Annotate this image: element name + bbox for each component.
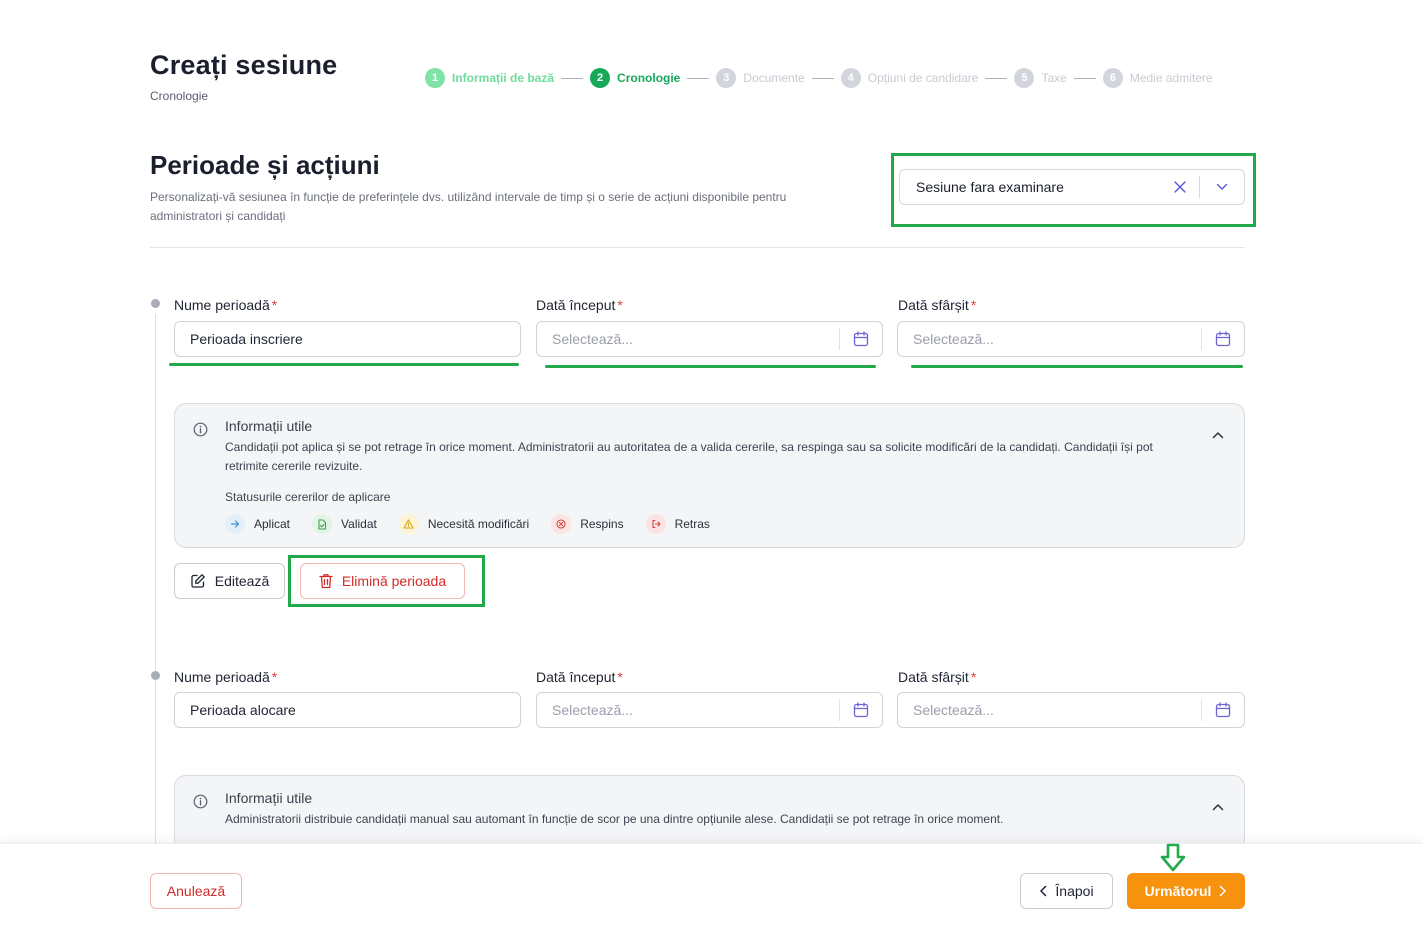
step-separator: [985, 77, 1008, 79]
info-panel: Informații utile Candidații pot aplica ș…: [174, 403, 1245, 548]
calendar-icon[interactable]: [840, 322, 882, 356]
session-type-value: Sesiune fara examinare: [916, 179, 1064, 195]
section-title: Perioade și acțiuni: [150, 150, 380, 180]
step-label: Documente: [743, 71, 805, 85]
calendar-icon[interactable]: [1202, 322, 1244, 356]
step-number: 2: [590, 68, 611, 88]
date-placeholder: Selectează...: [913, 331, 994, 347]
step-1[interactable]: 1 Informații de bază: [425, 68, 554, 88]
cancel-button[interactable]: Anulează: [150, 873, 242, 909]
arrow-down-icon: [1160, 843, 1186, 872]
edit-icon: [191, 574, 205, 588]
step-number: 1: [425, 68, 445, 88]
document-check-icon: [312, 514, 333, 534]
divider: [150, 247, 1245, 248]
highlight-underline: [545, 365, 876, 368]
clear-icon[interactable]: [1161, 170, 1199, 204]
step-separator: [811, 77, 834, 79]
start-date-label: Dată început *: [536, 297, 623, 313]
trash-icon: [319, 574, 333, 589]
edit-button[interactable]: Editează: [174, 563, 285, 599]
chevron-up-icon[interactable]: [1212, 798, 1224, 816]
step-5: 5 Taxe: [1014, 68, 1067, 88]
step-number: 6: [1102, 68, 1123, 88]
section-description: Personalizați-vă sesiunea în funcție de …: [150, 190, 787, 223]
end-date-label: Dată sfârșit *: [898, 669, 977, 685]
info-title: Informații utile: [225, 418, 313, 434]
date-placeholder: Selectează...: [552, 331, 633, 347]
back-button[interactable]: Înapoi: [1020, 873, 1113, 909]
status-legend: Aplicat Validat Necesită modificări Resp…: [225, 514, 732, 534]
step-label: Cronologie: [617, 71, 681, 85]
step-number: 4: [840, 68, 861, 88]
period-name-input[interactable]: Perioada alocare: [174, 692, 521, 728]
step-label: Medie admitere: [1129, 71, 1213, 85]
status-applied: Aplicat: [225, 514, 290, 534]
step-6: 6 Medie admitere: [1102, 68, 1213, 88]
end-date-input[interactable]: Selectează...: [897, 321, 1245, 357]
chevron-down-icon[interactable]: [1200, 170, 1244, 204]
step-separator: [561, 77, 584, 79]
start-date-input[interactable]: Selectează...: [536, 692, 883, 728]
info-title: Informații utile: [225, 790, 313, 806]
step-2[interactable]: 2 Cronologie: [590, 68, 680, 88]
chevron-left-icon: [1040, 885, 1047, 897]
logout-icon: [645, 514, 666, 534]
step-number: 3: [716, 68, 737, 88]
info-icon: [193, 794, 208, 814]
period-name-input[interactable]: Perioada inscriere: [174, 321, 521, 357]
info-text: Administratorii distribuie candidații ma…: [225, 812, 1004, 826]
date-placeholder: Selectează...: [913, 702, 994, 718]
highlight-underline: [911, 365, 1243, 368]
next-button[interactable]: Următorul: [1127, 873, 1245, 909]
timeline-dot: [151, 671, 160, 680]
calendar-icon[interactable]: [1202, 693, 1244, 727]
delete-period-button[interactable]: Elimină perioada: [300, 563, 465, 599]
statuses-title: Statusurile cererilor de aplicare: [225, 490, 391, 504]
session-type-select[interactable]: Sesiune fara examinare: [899, 169, 1245, 205]
step-number: 5: [1014, 68, 1035, 88]
step-label: Informații de bază: [452, 71, 555, 85]
date-placeholder: Selectează...: [552, 702, 633, 718]
status-needs-changes: Necesită modificări: [398, 514, 529, 534]
warning-icon: [398, 514, 419, 534]
step-label: Opțiuni de candidare: [867, 71, 979, 85]
step-label: Taxe: [1041, 71, 1067, 85]
period-name-label: Nume perioadă *: [174, 669, 278, 685]
start-date-input[interactable]: Selectează...: [536, 321, 883, 357]
page-subtitle: Cronologie: [150, 89, 209, 103]
timeline-line: [155, 314, 156, 844]
highlight-underline: [169, 363, 519, 366]
status-withdrawn: Retras: [645, 514, 710, 534]
step-separator: [687, 77, 710, 79]
step-3: 3 Documente: [716, 68, 805, 88]
x-circle-icon: [551, 514, 572, 534]
info-icon: [193, 422, 208, 442]
status-validated: Validat: [312, 514, 377, 534]
chevron-up-icon[interactable]: [1212, 426, 1224, 444]
arrow-right-icon: [225, 514, 245, 534]
status-rejected: Respins: [551, 514, 624, 534]
stepper: 1 Informații de bază 2 Cronologie 3 Docu…: [425, 67, 1213, 89]
page-title: Creați sesiune: [150, 50, 338, 80]
period-name-label: Nume perioadă *: [174, 297, 278, 313]
step-separator: [1073, 77, 1096, 79]
end-date-label: Dată sfârșit *: [898, 297, 977, 313]
end-date-input[interactable]: Selectează...: [897, 692, 1245, 728]
timeline-dot: [151, 299, 160, 308]
chevron-right-icon: [1220, 885, 1227, 897]
step-4: 4 Opțiuni de candidare: [840, 68, 979, 88]
start-date-label: Dată început *: [536, 669, 623, 685]
info-text: Candidații pot aplica și se pot retrage …: [225, 440, 1153, 473]
calendar-icon[interactable]: [840, 693, 882, 727]
